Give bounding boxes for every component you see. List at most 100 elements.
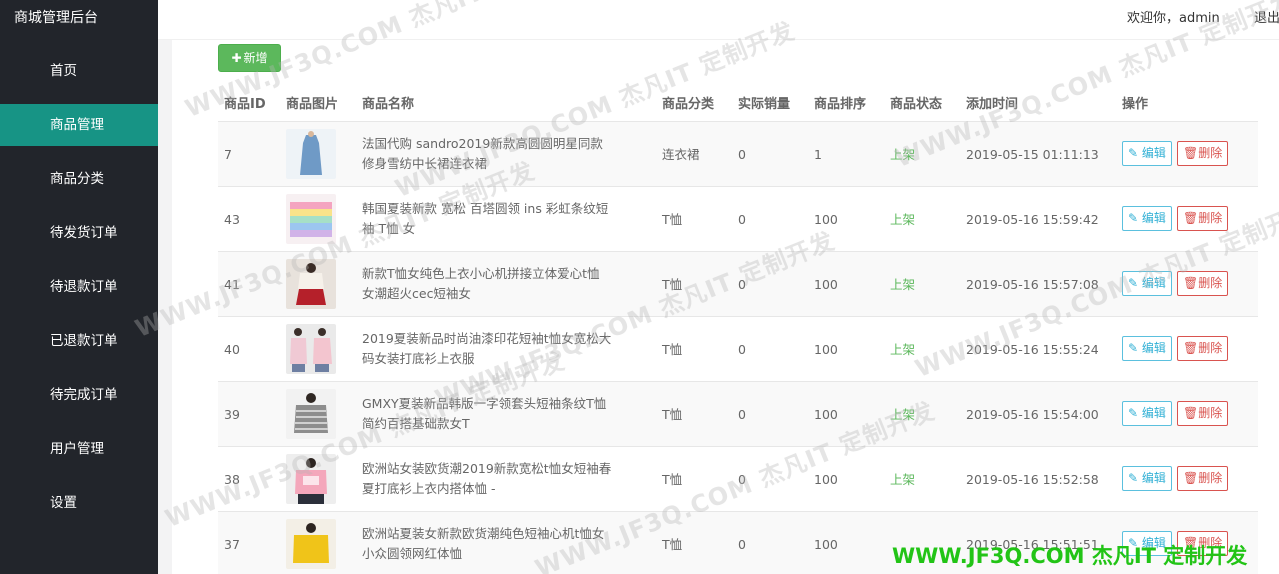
cell-category: T恤 [662,407,683,422]
cell-sort: 100 [814,472,838,487]
sidebar-item-home[interactable]: 首页 [0,50,158,92]
pencil-icon: ✎ [1128,406,1139,420]
table-row: 43 韩国夏装新款 宽松 百塔圆领 ins 彩虹条纹短袖 T恤 女 T恤 0 1… [218,187,1258,252]
pencil-icon: ✎ [1128,471,1139,485]
table-row: 41 新款T恤女纯色上衣小心机拼接立体爱心t恤女潮超火cec短袖女 T恤 0 1… [218,252,1258,317]
header-id: 商品ID [224,97,266,112]
content-gutter [158,0,172,574]
logout-link[interactable]: 退出 [1254,7,1279,26]
edit-label: 编辑 [1141,211,1166,225]
delete-label: 删除 [1198,471,1223,485]
cell-sales: 0 [738,212,746,227]
header-category: 商品分类 [662,97,715,112]
cell-sort: 100 [814,407,838,422]
delete-button[interactable]: 🗑删除 [1177,271,1229,296]
table-header: 商品ID 商品图片 商品名称 商品分类 实际销量 商品排序 商品状态 添加时间 … [218,88,1258,122]
cell-category: T恤 [662,472,683,487]
edit-label: 编辑 [1141,276,1166,290]
header-sort: 商品排序 [814,97,867,112]
sidebar-item-refunded[interactable]: 已退款订单 [0,320,158,362]
trash-icon: 🗑 [1183,211,1199,225]
add-product-button[interactable]: ✚ 新增 [218,44,281,72]
cell-id: 37 [224,537,240,552]
cell-added-time: 2019-05-15 01:11:13 [966,147,1099,162]
header-added-time: 添加时间 [966,97,1019,112]
product-thumbnail [286,259,336,309]
sidebar-item-settings[interactable]: 设置 [0,482,158,524]
cell-category: T恤 [662,212,683,227]
pencil-icon: ✎ [1128,276,1139,290]
cell-added-time: 2019-05-16 15:52:58 [966,472,1099,487]
pencil-icon: ✎ [1128,211,1139,225]
cell-product-name: 法国代购 sandro2019新款高圆圆明星同款修身雪纺中长裙连衣裙 [362,136,603,171]
delete-button[interactable]: 🗑删除 [1177,141,1229,166]
delete-button[interactable]: 🗑删除 [1177,466,1229,491]
top-bar [158,0,1279,40]
trash-icon: 🗑 [1183,276,1199,290]
delete-button[interactable]: 🗑删除 [1177,336,1229,361]
delete-button[interactable]: 🗑删除 [1177,206,1229,231]
cell-category: T恤 [662,277,683,292]
welcome-text: 欢迎你，admin [1127,11,1220,26]
cell-product-name: GMXY夏装新品韩版一字领套头短袖条纹T恤简约百搭基础款女T [362,396,607,431]
cell-status: 上架 [890,407,916,422]
table-row: 40 2019夏装新品时尚油漆印花短袖t恤女宽松大码女装打底衫上衣服 T恤 0 … [218,317,1258,382]
plus-icon: ✚ [231,51,242,65]
sidebar-item-pending-complete[interactable]: 待完成订单 [0,374,158,416]
product-thumbnail [286,324,336,374]
edit-button[interactable]: ✎ 编辑 [1122,271,1172,296]
add-button-label: 新增 [243,51,268,65]
delete-label: 删除 [1198,341,1223,355]
cell-id: 39 [224,407,240,422]
cell-sales: 0 [738,147,746,162]
cell-sort: 100 [814,537,838,552]
cell-product-name: 2019夏装新品时尚油漆印花短袖t恤女宽松大码女装打底衫上衣服 [362,331,612,366]
edit-button[interactable]: ✎ 编辑 [1122,466,1172,491]
cell-sales: 0 [738,277,746,292]
table-row: 7 法国代购 sandro2019新款高圆圆明星同款修身雪纺中长裙连衣裙 连衣裙… [218,122,1258,187]
cell-id: 41 [224,277,240,292]
sidebar-item-users[interactable]: 用户管理 [0,428,158,470]
cell-added-time: 2019-05-16 15:55:24 [966,342,1099,357]
cell-added-time: 2019-05-16 15:54:00 [966,407,1099,422]
header-sales: 实际销量 [738,97,791,112]
cell-status: 上架 [890,277,916,292]
delete-label: 删除 [1198,146,1223,160]
edit-label: 编辑 [1141,341,1166,355]
header-image: 商品图片 [286,97,339,112]
delete-button[interactable]: 🗑删除 [1177,401,1229,426]
cell-product-name: 欧洲站夏装女新款欧货潮纯色短袖心机t恤女小众圆领网红体恤 [362,526,605,561]
cell-product-name: 韩国夏装新款 宽松 百塔圆领 ins 彩虹条纹短袖 T恤 女 [362,201,609,236]
edit-button[interactable]: ✎ 编辑 [1122,206,1172,231]
cell-status: 上架 [890,472,916,487]
cell-id: 7 [224,147,232,162]
header-status: 商品状态 [890,97,943,112]
cell-status: 上架 [890,147,916,162]
delete-label: 删除 [1198,406,1223,420]
watermark-banner: WWW.JF3Q.COM 杰凡IT 定制开发 [892,544,1248,568]
delete-label: 删除 [1198,211,1223,225]
edit-label: 编辑 [1141,406,1166,420]
product-thumbnail [286,454,336,504]
sidebar-item-products[interactable]: 商品管理 [0,104,158,146]
edit-button[interactable]: ✎ 编辑 [1122,336,1172,361]
edit-button[interactable]: ✎ 编辑 [1122,141,1172,166]
sidebar-item-categories[interactable]: 商品分类 [0,158,158,200]
trash-icon: 🗑 [1183,471,1199,485]
cell-sort: 100 [814,342,838,357]
sidebar-item-pending-shipment[interactable]: 待发货订单 [0,212,158,254]
cell-product-name: 欧洲站女装欧货潮2019新款宽松t恤女短袖春夏打底衫上衣内搭体恤 - [362,461,612,496]
table-row: 38 欧洲站女装欧货潮2019新款宽松t恤女短袖春夏打底衫上衣内搭体恤 - T恤… [218,447,1258,512]
product-thumbnail [286,129,336,179]
product-thumbnail [286,389,336,439]
trash-icon: 🗑 [1183,406,1199,420]
sidebar-item-pending-refund[interactable]: 待退款订单 [0,266,158,308]
pencil-icon: ✎ [1128,146,1139,160]
cell-sort: 1 [814,147,822,162]
header-actions: 操作 [1122,97,1149,112]
cell-category: T恤 [662,342,683,357]
table-row: 39 GMXY夏装新品韩版一字领套头短袖条纹T恤简约百搭基础款女T T恤 0 1… [218,382,1258,447]
edit-button[interactable]: ✎ 编辑 [1122,401,1172,426]
trash-icon: 🗑 [1183,146,1199,160]
product-thumbnail [286,519,336,569]
